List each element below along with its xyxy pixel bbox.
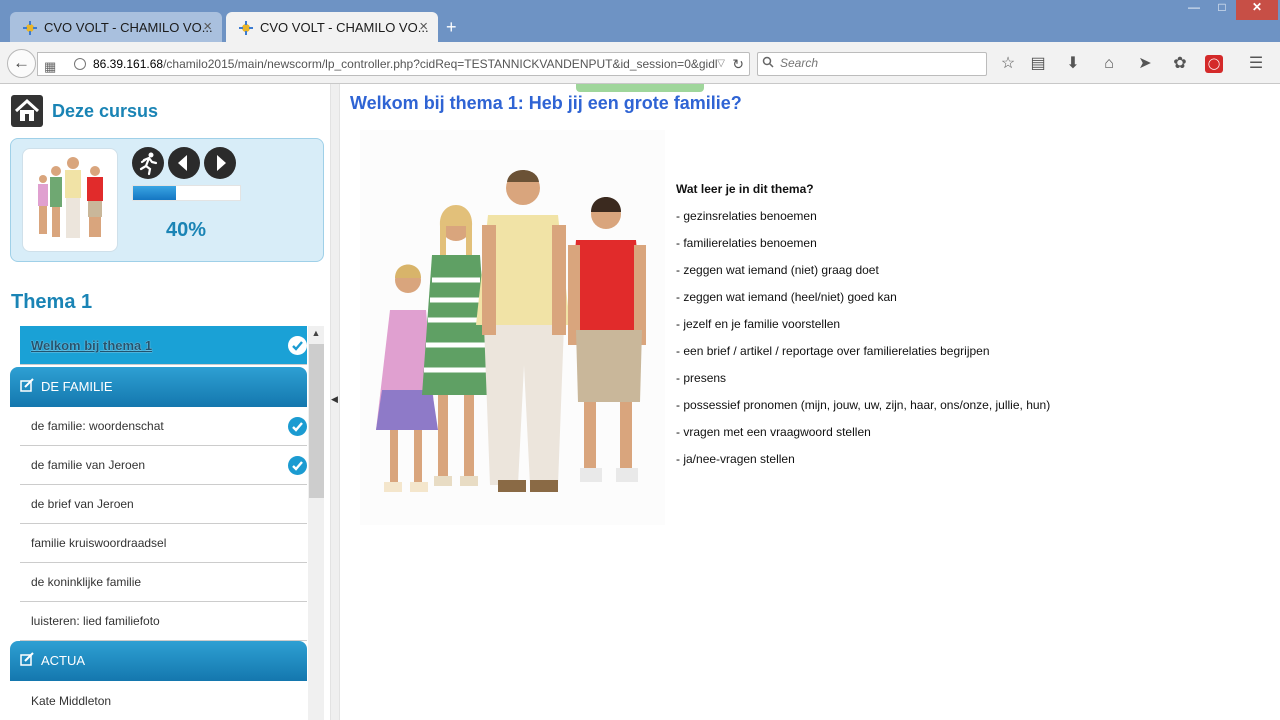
search-icon [762, 56, 774, 68]
minimize-button[interactable]: — [1180, 0, 1208, 20]
toc-item-welkom[interactable]: Welkom bij thema 1 [20, 326, 307, 365]
toc-header-label: ACTUA [41, 653, 86, 668]
url-text[interactable]: 86.39.161.68/chamilo2015/main/newscorm/l… [93, 53, 718, 75]
toc-header-de-familie[interactable]: DE FAMILIE [10, 367, 307, 407]
search-box[interactable] [757, 52, 987, 76]
menu-icon[interactable]: ☰ [1246, 54, 1266, 74]
edit-note-icon [20, 652, 34, 666]
toc-header-actua[interactable]: ACTUA [10, 641, 307, 681]
toc-item-koninklijke-familie[interactable]: de koninklijke familie [20, 563, 307, 602]
reading-list-icon[interactable]: ▤ [1028, 54, 1048, 74]
toc-item-label[interactable]: Welkom bij thema 1 [31, 338, 152, 353]
course-thumbnail [22, 148, 118, 252]
goal-item: ja/nee-vragen stellen [676, 452, 1050, 479]
section-title: Thema 1 [11, 291, 93, 313]
tab-title: CVO VOLT - CHAMILO VO... [44, 20, 213, 35]
family-photo [360, 130, 665, 525]
edit-note-icon [20, 378, 34, 392]
toc-item-label[interactable]: familie kruiswoordraadsel [31, 536, 166, 550]
toc-item-kate-middleton[interactable]: Kate Middleton [20, 682, 307, 720]
home-icon[interactable]: ⌂ [1099, 54, 1119, 74]
goal-item: presens [676, 371, 1050, 398]
scroll-up-arrow-icon[interactable]: ▲ [308, 328, 324, 342]
previous-button[interactable] [168, 147, 200, 179]
course-title[interactable]: Deze cursus [52, 101, 158, 122]
search-input[interactable] [780, 56, 980, 70]
maximize-button[interactable]: □ [1208, 0, 1236, 20]
goal-item: familierelaties benoemen [676, 236, 1050, 263]
goal-item: jezelf en je familie voorstellen [676, 317, 1050, 344]
favicon-icon [239, 21, 253, 35]
progress-fill [133, 186, 176, 200]
globe-icon [74, 58, 86, 70]
toc-item-lied-familiefoto[interactable]: luisteren: lied familiefoto [20, 602, 307, 641]
toc-item-label[interactable]: Kate Middleton [31, 694, 111, 708]
new-tab-button[interactable]: + [446, 17, 457, 38]
goal-item: vragen met een vraagwoord stellen [676, 425, 1050, 452]
send-icon[interactable]: ➤ [1135, 54, 1155, 74]
goal-item: zeggen wat iemand (heel/niet) goed kan [676, 290, 1050, 317]
url-bar[interactable]: ▦ 86.39.161.68/chamilo2015/main/newscorm… [37, 52, 750, 76]
goals-heading: Wat leer je in dit thema? [676, 182, 814, 196]
page-title: Welkom bij thema 1: Heb jij een grote fa… [350, 93, 742, 113]
toc-header-label: DE FAMILIE [41, 379, 113, 394]
reload-icon[interactable]: ↻ [732, 53, 744, 75]
url-dropdown-icon[interactable]: ▽ [717, 53, 725, 75]
toc-item-label[interactable]: luisteren: lied familiefoto [31, 614, 160, 628]
browser-tab-1[interactable]: CVO VOLT - CHAMILO VO... × [10, 12, 222, 44]
progress-percent: 40% [166, 219, 207, 241]
check-icon [288, 417, 307, 436]
browser-navbar: ← ▦ 86.39.161.68/chamilo2015/main/newsco… [0, 42, 1280, 84]
progress-bar [132, 185, 241, 201]
toc-item-kruiswoordraadsel[interactable]: familie kruiswoordraadsel [20, 524, 307, 563]
browser-tab-2[interactable]: CVO VOLT - CHAMILO VO... × [226, 12, 438, 44]
toc-list: Welkom bij thema 1 DE FAMILIE de familie… [10, 326, 307, 720]
toc-item-brief-van-jeroen[interactable]: de brief van Jeroen [20, 485, 307, 524]
browser-titlebar: CVO VOLT - CHAMILO VO... × CVO VOLT - CH… [0, 0, 1280, 44]
favicon-icon [23, 21, 37, 35]
toc-item-woordenschat[interactable]: de familie: woordenschat [20, 407, 307, 446]
goal-item: gezinsrelaties benoemen [676, 209, 1050, 236]
back-button[interactable]: ← [7, 49, 36, 78]
tab-close-icon[interactable]: × [203, 18, 212, 35]
green-tab-marker [576, 84, 704, 92]
toc-scrollbar-thumb[interactable] [309, 344, 324, 498]
goal-item: een brief / artikel / reportage over fam… [676, 344, 1050, 371]
toc-item-label[interactable]: de familie van Jeroen [31, 458, 145, 472]
check-icon [288, 456, 307, 475]
toc-item-label[interactable]: de koninklijke familie [31, 575, 141, 589]
lesson-goals: Wat leer je in dit thema? gezinsrelaties… [676, 182, 1050, 479]
toc-item-familie-van-jeroen[interactable]: de familie van Jeroen [20, 446, 307, 485]
tab-title: CVO VOLT - CHAMILO VO... [260, 20, 429, 35]
goal-item: zeggen wat iemand (niet) graag doet [676, 263, 1050, 290]
window-close-button[interactable]: ✕ [1236, 0, 1278, 20]
tab-close-icon[interactable]: × [419, 18, 428, 35]
goal-item: possessief pronomen (mijn, jouw, uw, zij… [676, 398, 1050, 425]
toc-item-label[interactable]: de familie: woordenschat [31, 419, 164, 433]
pdf-extension-icon[interactable]: ◯ [1205, 55, 1223, 73]
extension-icon[interactable]: ✿ [1170, 54, 1190, 74]
collapse-sidebar-icon[interactable]: ◀ [331, 394, 338, 405]
run-icon[interactable] [132, 147, 164, 179]
bookmark-star-icon[interactable]: ☆ [998, 54, 1018, 74]
download-icon[interactable]: ⬇ [1063, 54, 1083, 74]
page-info-icon[interactable]: ▦ [44, 56, 56, 75]
toc-item-label[interactable]: de brief van Jeroen [31, 497, 134, 511]
home-icon[interactable] [11, 95, 43, 127]
next-button[interactable] [204, 147, 236, 179]
check-icon [288, 336, 307, 355]
